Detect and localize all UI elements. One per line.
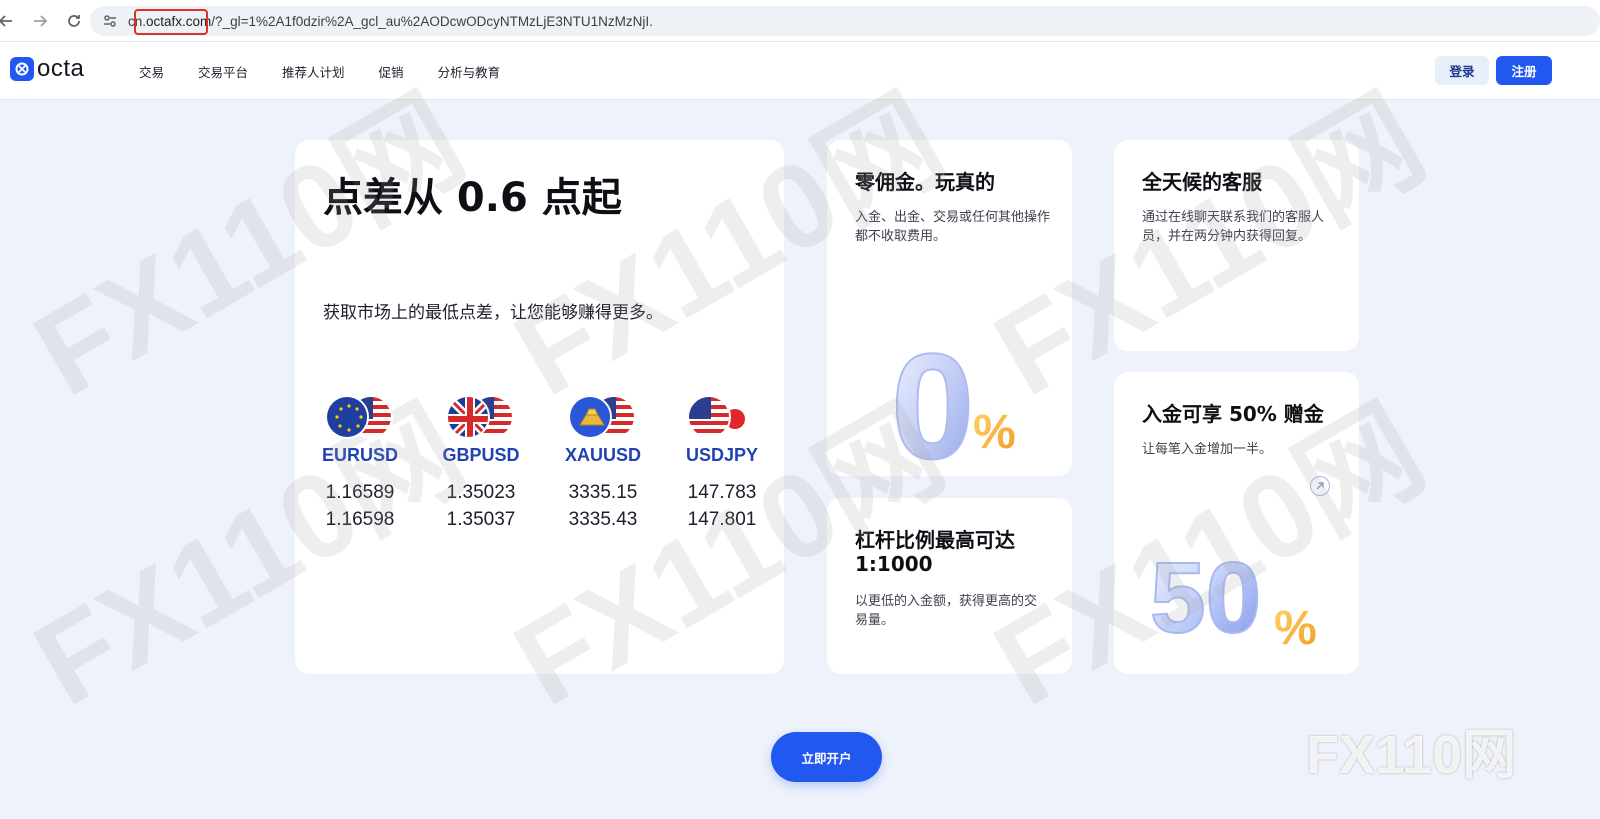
uk-flag-icon — [446, 395, 490, 439]
pair-name: GBPUSD — [442, 445, 520, 465]
reload-icon[interactable] — [60, 7, 88, 35]
fifty-percent-graphic: 50 % — [1149, 541, 1317, 652]
url-domain: octafx.com — [146, 13, 212, 29]
octa-logo[interactable]: octa — [10, 57, 84, 81]
open-account-button[interactable]: 立即开户 — [771, 732, 882, 782]
pair-bid: 1.16589 — [325, 482, 395, 503]
zero-commission-title: 零佣金。玩真的 — [855, 170, 995, 194]
login-button[interactable]: 登录 — [1435, 56, 1489, 85]
nav-referral[interactable]: 推荐人计划 — [282, 62, 345, 81]
bonus-title: 入金可享 50% 赠金 — [1142, 402, 1324, 426]
zero-big-text: 0 — [891, 330, 974, 470]
back-arrow-icon[interactable] — [0, 7, 20, 35]
zero-commission-desc: 入金、出金、交易或任何其他操作都不收取费用。 — [855, 210, 1051, 244]
pair-eurusd[interactable]: EURUSD 1.16589 1.16598 — [305, 395, 415, 531]
pair-gbpusd[interactable]: GBPUSD 1.35023 1.35037 — [426, 395, 536, 531]
pair-name: EURUSD — [321, 445, 398, 465]
external-link-arrow-icon[interactable] — [1310, 476, 1330, 496]
pair-ask: 147.801 — [687, 509, 757, 530]
url-rest: /?_gl=1%2A1f0dzir%2A_gcl_au%2AODcwODcyNT… — [211, 13, 653, 29]
browser-toolbar: cn.octafx.com/?_gl=1%2A1f0dzir%2A_gcl_au… — [0, 0, 1600, 42]
leverage-desc: 以更低的入金额，获得更高的交易量。 — [855, 594, 1038, 628]
pair-ask: 3335.43 — [568, 509, 638, 530]
leverage-card: 杠杆比例最高可达 1:1000 以更低的入金额，获得更高的交易量。 — [827, 498, 1072, 674]
pair-bid: 3335.15 — [568, 482, 638, 503]
bonus-desc: 让每笔入金增加一半。 — [1142, 442, 1273, 457]
url-prefix: cn. — [128, 13, 147, 29]
logo-text: octa — [37, 55, 85, 82]
nav-trading[interactable]: 交易 — [139, 62, 164, 81]
fifty-percent-text: % — [1274, 602, 1317, 652]
main-nav: 交易 交易平台 推荐人计划 促销 分析与教育 — [139, 62, 534, 81]
eu-flag-icon — [325, 395, 369, 439]
octa-logo-icon — [10, 57, 34, 81]
pair-ask: 1.16598 — [325, 509, 395, 530]
pair-flags — [446, 395, 516, 439]
watermark-layer: FX110网 FX110网 FX110网 FX110网 FX110网 FX110… — [0, 0, 1600, 819]
gold-icon — [568, 395, 612, 439]
pair-bid: 147.783 — [687, 482, 757, 503]
us-flag-icon — [687, 395, 731, 439]
pair-bid: 1.35023 — [446, 482, 516, 503]
pair-flags — [568, 395, 638, 439]
support-card: 全天候的客服 通过在线聊天联系我们的客服人员，并在两分钟内获得回复。 — [1114, 140, 1359, 351]
zero-percent-graphic: 0 % — [890, 330, 1016, 470]
nav-promotions[interactable]: 促销 — [379, 62, 404, 81]
signup-button[interactable]: 注册 — [1496, 56, 1552, 85]
pair-name: XAUUSD — [564, 445, 641, 465]
spreads-card: 点差从 0.6 点起 获取市场上的最低点差，让您能够赚得更多。 EURUSD 1… — [295, 140, 784, 674]
support-title: 全天候的客服 — [1142, 170, 1262, 194]
nav-platforms[interactable]: 交易平台 — [198, 62, 248, 81]
spreads-title: 点差从 0.6 点起 — [323, 175, 622, 221]
address-bar[interactable]: cn.octafx.com/?_gl=1%2A1f0dzir%2A_gcl_au… — [90, 6, 1600, 36]
site-header: octa 交易 交易平台 推荐人计划 促销 分析与教育 登录 注册 — [0, 42, 1600, 100]
nav-analysis-education[interactable]: 分析与教育 — [438, 62, 501, 81]
watermark-corner-text: FX110网 — [1306, 725, 1517, 785]
zero-percent-text: % — [973, 406, 1016, 459]
spreads-subtitle: 获取市场上的最低点差，让您能够赚得更多。 — [323, 303, 663, 323]
pair-usdjpy[interactable]: USDJPY 147.783 147.801 — [667, 395, 777, 531]
zero-commission-card: 零佣金。玩真的 入金、出金、交易或任何其他操作都不收取费用。 0 % — [827, 140, 1072, 476]
site-settings-icon[interactable] — [100, 11, 120, 31]
leverage-title: 杠杆比例最高可达 1:1000 — [855, 528, 1015, 576]
url-text: cn.octafx.com/?_gl=1%2A1f0dzir%2A_gcl_au… — [128, 14, 653, 29]
support-desc: 通过在线聊天联系我们的客服人员，并在两分钟内获得回复。 — [1142, 210, 1325, 244]
pair-flags — [325, 395, 395, 439]
pair-xauusd[interactable]: XAUUSD 3335.15 3335.43 — [548, 395, 658, 531]
pair-flags — [687, 395, 757, 439]
bonus-card: 入金可享 50% 赠金 让每笔入金增加一半。 50 % — [1114, 372, 1359, 674]
pair-ask: 1.35037 — [446, 509, 516, 530]
fifty-big-text: 50 — [1150, 542, 1261, 652]
currency-pairs: EURUSD 1.16589 1.16598 GBPUSD 1.35023 1.… — [295, 395, 784, 545]
forward-arrow-icon[interactable] — [26, 7, 54, 35]
pair-name: USDJPY — [685, 445, 759, 465]
